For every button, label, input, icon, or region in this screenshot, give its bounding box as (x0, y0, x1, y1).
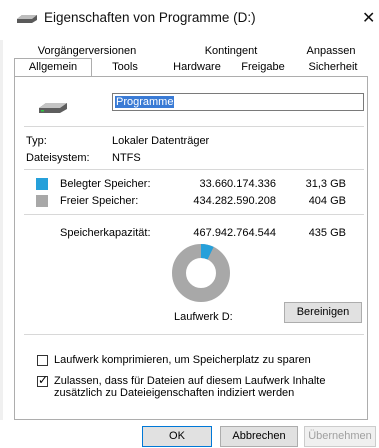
capacity-label: Speicherkapazität: (60, 227, 151, 239)
capacity-size: 435 GB (308, 227, 346, 239)
cancel-button[interactable]: Abbrechen (220, 426, 298, 447)
capacity-bytes: 467.942.764.544 (193, 227, 276, 239)
index-checkbox-label-1: Zulassen, dass für Dateien auf diesem La… (54, 375, 326, 387)
used-space-bytes: 33.660.174.336 (199, 178, 276, 190)
cleanup-button[interactable]: Bereinigen (284, 302, 362, 323)
tab-hardware[interactable]: Hardware (164, 59, 230, 76)
tab-anpassen[interactable]: Anpassen (296, 44, 366, 59)
disk-usage-donut (172, 244, 230, 302)
compress-checkbox[interactable] (37, 355, 48, 366)
tab-vorgaengerversionen[interactable]: Vorgängerversionen (22, 44, 152, 59)
window-title: Eigenschaften von Programme (D:) (44, 10, 256, 25)
index-checkbox[interactable]: ✓ (37, 373, 49, 387)
tab-allgemein[interactable]: Allgemein (14, 58, 92, 78)
tab-freigabe[interactable]: Freigabe (230, 59, 296, 76)
tab-row-front: Allgemein Tools Hardware Freigabe Sicher… (14, 58, 366, 78)
close-button[interactable]: ✕ (362, 6, 379, 32)
separator (24, 214, 364, 215)
filesystem-label: Dateisystem: (26, 152, 90, 164)
separator (24, 169, 364, 170)
check-icon: ✓ (38, 373, 49, 387)
free-space-size: 404 GB (308, 195, 346, 207)
used-space-size: 31,3 GB (305, 178, 346, 190)
drive-name-input[interactable]: Programme (112, 93, 364, 111)
index-checkbox-label-2: zusätzlich zu Dateieigenschaften indizie… (54, 387, 295, 399)
free-space-swatch (36, 195, 48, 207)
ok-button[interactable]: OK (142, 426, 212, 447)
tab-sicherheit[interactable]: Sicherheit (300, 59, 366, 76)
drive-letter-label: Laufwerk D: (174, 311, 233, 323)
drive-icon (17, 15, 37, 23)
type-value: Lokaler Datenträger (112, 135, 210, 147)
separator (24, 126, 364, 127)
used-space-label: Belegter Speicher: (60, 178, 151, 190)
used-space-swatch (36, 178, 48, 190)
free-space-label: Freier Speicher: (60, 195, 139, 207)
tab-tools[interactable]: Tools (100, 59, 150, 76)
filesystem-value: NTFS (112, 152, 141, 164)
tab-row-back: Vorgängerversionen Kontingent Anpassen (14, 44, 366, 59)
tab-kontingent[interactable]: Kontingent (186, 44, 276, 59)
title-bar: Eigenschaften von Programme (D:) ✕ (0, 0, 379, 40)
drive-name-value[interactable]: Programme (115, 96, 175, 108)
compress-checkbox-label: Laufwerk komprimieren, um Speicherplatz … (54, 354, 311, 366)
window-edge (0, 40, 3, 448)
type-label: Typ: (26, 135, 47, 147)
free-space-bytes: 434.282.590.208 (193, 195, 276, 207)
drive-icon (39, 103, 67, 113)
apply-button[interactable]: Übernehmen (304, 426, 376, 447)
separator (24, 334, 364, 335)
